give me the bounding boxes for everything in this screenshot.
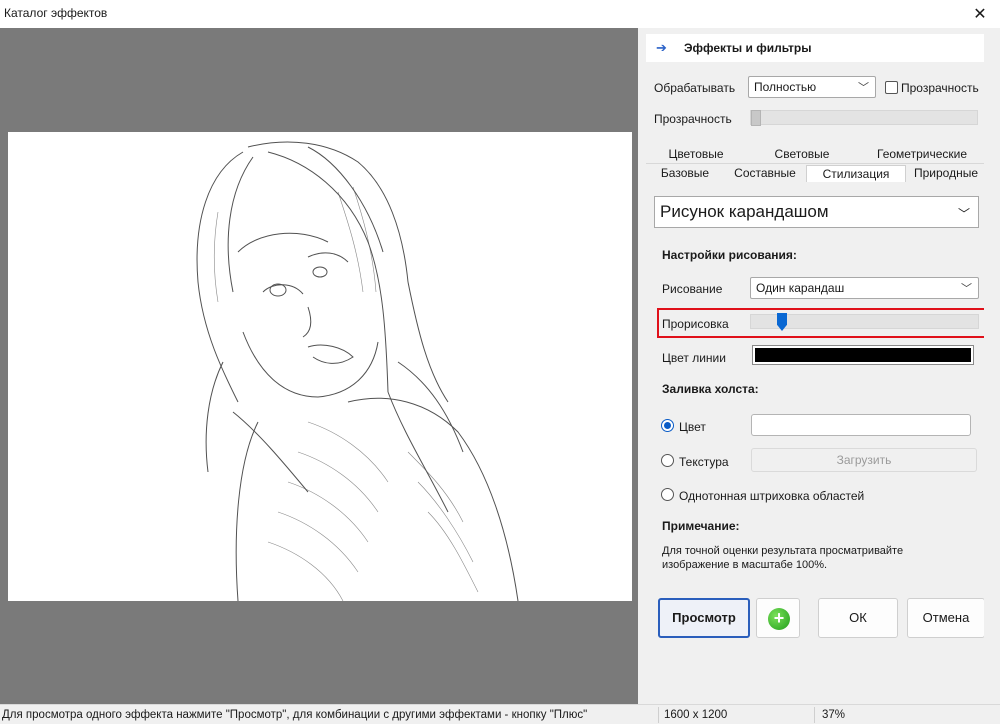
tab-light[interactable]: Световые: [746, 146, 858, 164]
preview-image: [8, 132, 632, 601]
radio-hatch-label: Однотонная штриховка областей: [679, 489, 865, 503]
effects-catalog-window: Каталог эффектов ✕ ➔ Эффекты и фильтры О…: [0, 0, 1000, 724]
draw-settings-title: Настройки рисования:: [662, 248, 797, 262]
settings-panel: ➔ Эффекты и фильтры Обрабатывать Полност…: [642, 28, 1000, 704]
effect-select[interactable]: Рисунок карандашом ﹀: [654, 196, 979, 228]
status-zoom: 37%: [822, 709, 846, 721]
note-line-1: Для точной оценки результата просматрива…: [662, 545, 904, 557]
transparency-checkbox[interactable]: [885, 81, 898, 94]
tab-geometric[interactable]: Геометрические: [858, 146, 986, 164]
panel-header: ➔ Эффекты и фильтры: [646, 34, 986, 62]
plus-button[interactable]: +: [756, 598, 800, 638]
drawing-label: Рисование: [662, 282, 723, 296]
tab-composite[interactable]: Составные: [724, 165, 806, 183]
tab-content: Рисунок карандашом ﹀ Настройки рисования…: [646, 182, 990, 586]
status-separator: [814, 707, 815, 723]
transparency-slider[interactable]: [750, 110, 978, 126]
close-icon[interactable]: ✕: [960, 0, 1000, 28]
status-hint: Для просмотра одного эффекта нажмите "Пр…: [2, 709, 588, 721]
transparency-checkbox-label: Прозрачность: [901, 81, 979, 95]
chevron-down-icon: ﹀: [957, 207, 970, 221]
status-separator: [658, 707, 659, 723]
drawing-select-value: Один карандаш: [756, 281, 845, 295]
plus-icon: +: [768, 608, 790, 630]
radio-color-label: Цвет: [679, 420, 706, 434]
fill-title: Заливка холста:: [662, 382, 759, 396]
settings-panel-inner: ➔ Эффекты и фильтры Обрабатывать Полност…: [646, 28, 990, 586]
status-dimensions: 1600 x 1200: [664, 709, 728, 721]
preview-area: [0, 28, 638, 704]
radio-texture-label: Текстура: [679, 455, 729, 469]
process-label: Обрабатывать: [654, 81, 736, 95]
note-line-2: изображение в масштабе 100%.: [662, 559, 828, 571]
note-title: Примечание:: [662, 519, 740, 533]
radio-color[interactable]: [661, 419, 674, 432]
transparency-slider-thumb[interactable]: [751, 110, 761, 126]
line-color-swatch: [755, 348, 971, 362]
line-color-label: Цвет линии: [662, 351, 726, 365]
status-bar: Для просмотра одного эффекта нажмите "Пр…: [0, 704, 1000, 724]
chevron-down-icon: ﹀: [858, 82, 869, 94]
pencil-sketch-image: [196, 141, 519, 601]
process-select-value: Полностью: [754, 80, 817, 94]
title-bar: Каталог эффектов ✕: [0, 0, 1000, 28]
radio-texture[interactable]: [661, 454, 674, 467]
bottom-buttons: Просмотр + ОК Отмена: [642, 586, 1000, 704]
tab-basic[interactable]: Базовые: [646, 165, 724, 183]
radio-hatch[interactable]: [661, 488, 674, 501]
chevron-down-icon: ﹀: [961, 283, 972, 295]
load-texture-button[interactable]: Загрузить: [751, 448, 977, 472]
tabs-row-1: Цветовые Световые Геометрические: [646, 146, 986, 164]
detail-label: Прорисовка: [662, 317, 729, 331]
detail-slider[interactable]: [750, 313, 979, 331]
tabs-row-2: Базовые Составные Стилизация Природные: [646, 165, 986, 183]
process-select[interactable]: Полностью ﹀: [748, 76, 876, 98]
tab-color[interactable]: Цветовые: [646, 146, 746, 164]
detail-slider-thumb[interactable]: [777, 313, 787, 331]
line-color-picker[interactable]: [752, 345, 974, 365]
panel-header-title: Эффекты и фильтры: [684, 41, 812, 55]
transparency-label: Прозрачность: [654, 112, 732, 126]
effect-select-value: Рисунок карандашом: [660, 202, 829, 221]
fill-color-field[interactable]: [751, 414, 971, 436]
panel-scrollbar[interactable]: [984, 28, 1000, 704]
arrow-right-icon: ➔: [656, 40, 667, 55]
cancel-button[interactable]: Отмена: [907, 598, 985, 638]
drawing-select[interactable]: Один карандаш ﹀: [750, 277, 979, 299]
tab-stylization[interactable]: Стилизация: [806, 165, 906, 183]
tab-natural[interactable]: Природные: [906, 165, 986, 183]
ok-button[interactable]: ОК: [818, 598, 898, 638]
window-title: Каталог эффектов: [4, 6, 108, 20]
preview-button[interactable]: Просмотр: [658, 598, 750, 638]
